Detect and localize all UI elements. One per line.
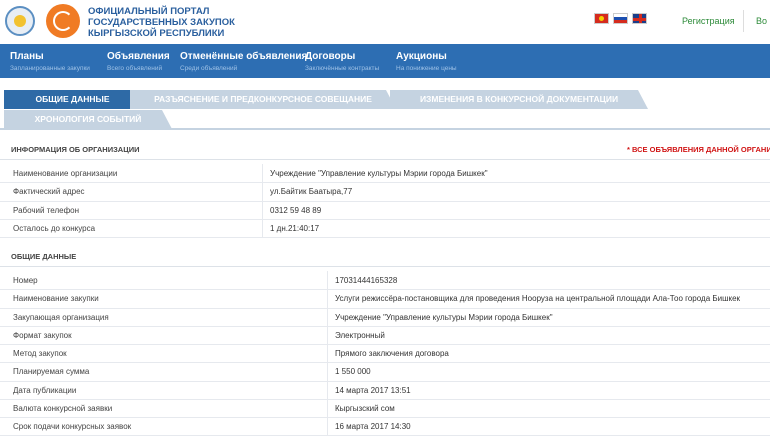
nav-item-title: Договоры — [305, 51, 356, 62]
table-row: Рабочий телефон 0312 59 48 89 — [0, 201, 770, 220]
nav-item-plans[interactable]: Планы Запланированные закупки — [10, 51, 90, 72]
column-divider — [262, 164, 263, 182]
nav-item-subtitle: Всего объявлений — [107, 65, 163, 72]
column-divider — [327, 289, 328, 308]
portal-title-line: ГОСУДАРСТВЕННЫХ ЗАКУПОК — [88, 17, 235, 28]
column-divider — [262, 182, 263, 201]
column-divider — [327, 381, 328, 399]
row-value: Электронный — [335, 331, 385, 340]
table-row: Фактический адрес ул.Байтик Баатыра,77 — [0, 182, 770, 202]
row-label: Закупающая организация — [13, 313, 109, 322]
row-label: Номер — [13, 276, 38, 285]
tab-documentation-changes[interactable]: ИЗМЕНЕНИЯ В КОНКУРСНОЙ ДОКУМЕНТАЦИИ — [390, 90, 648, 109]
english-flag-icon[interactable] — [632, 13, 647, 24]
row-value: Учреждение "Управление культуры Мэрии го… — [335, 313, 553, 322]
tab-clarification[interactable]: РАЗЪЯСНЕНИЕ И ПРЕДКОНКУРСНОЕ СОВЕЩАНИЕ — [130, 90, 396, 109]
site-header: ОФИЦИАЛЬНЫЙ ПОРТАЛ ГОСУДАРСТВЕННЫХ ЗАКУП… — [0, 0, 770, 44]
row-value: Учреждение "Управление культуры Мэрии го… — [270, 169, 488, 178]
column-divider — [262, 219, 263, 237]
row-value: 14 марта 2017 13:51 — [335, 386, 411, 395]
table-row: Наименование организации Учреждение "Упр… — [0, 164, 770, 183]
login-link[interactable]: Во — [756, 16, 767, 26]
row-label: Формат закупок — [13, 331, 72, 340]
nav-item-title: Отменённые объявления — [180, 51, 308, 62]
table-row: Планируемая сумма 1 550 000 — [0, 362, 770, 382]
row-label: Наименование организации — [13, 169, 118, 178]
portal-title-line: КЫРГЫЗСКОЙ РЕСПУБЛИКИ — [88, 28, 225, 39]
column-divider — [327, 417, 328, 435]
russian-flag-icon[interactable] — [613, 13, 628, 24]
row-value: Прямого заключения договора — [335, 349, 449, 358]
table-row: Закупающая организация Учреждение "Управ… — [0, 308, 770, 327]
state-emblem-icon — [5, 6, 35, 36]
detail-tabs: ОБЩИЕ ДАННЫЕ РАЗЪЯСНЕНИЕ И ПРЕДКОНКУРСНО… — [0, 90, 770, 130]
column-divider — [262, 201, 263, 219]
column-divider — [327, 344, 328, 362]
tab-general-data[interactable]: ОБЩИЕ ДАННЫЕ — [4, 90, 141, 109]
nav-item-subtitle: На понижение цены — [396, 65, 457, 72]
table-row: Метод закупок Прямого заключения договор… — [0, 344, 770, 363]
row-label: Рабочий телефон — [13, 206, 80, 215]
all-org-announcements-link[interactable]: * ВСЕ ОБЪЯВЛЕНИЯ ДАННОЙ ОРГАНИЗАЦИ — [627, 145, 770, 154]
column-divider — [327, 326, 328, 344]
row-label: Срок подачи конкурсных заявок — [13, 422, 132, 431]
row-value: 1 550 000 — [335, 367, 371, 376]
table-row: Дата публикации 14 марта 2017 13:51 — [0, 381, 770, 400]
nav-item-cancelled[interactable]: Отменённые объявления Среди объявлений — [180, 51, 307, 72]
general-section-header: ОБЩИЕ ДАННЫЕ — [0, 246, 770, 267]
table-row: Формат закупок Электронный — [0, 326, 770, 345]
row-label: Валюта конкурсной заявки — [13, 404, 113, 413]
nav-item-auctions[interactable]: Аукционы На понижение цены — [396, 51, 457, 72]
nav-item-subtitle: Запланированные закупки — [10, 65, 90, 72]
nav-item-contracts[interactable]: Договоры Заключённые контракты — [305, 51, 379, 72]
column-divider — [327, 399, 328, 417]
section-title: ИНФОРМАЦИЯ ОБ ОРГАНИЗАЦИИ — [11, 145, 140, 154]
nav-item-subtitle: Заключённые контракты — [305, 65, 380, 72]
table-row: Срок подачи конкурсных заявок 16 марта 2… — [0, 417, 770, 436]
portal-title-line: ОФИЦИАЛЬНЫЙ ПОРТАЛ — [88, 6, 210, 17]
row-label: Наименование закупки — [13, 294, 99, 303]
main-nav: Планы Запланированные закупки Объявления… — [0, 44, 770, 78]
nav-item-title: Аукционы — [396, 51, 447, 62]
table-row: Осталось до конкурса 1 дн.21:40:17 — [0, 219, 770, 238]
section-title: ОБЩИЕ ДАННЫЕ — [11, 252, 77, 261]
nav-item-subtitle: Среди объявлений — [180, 65, 238, 72]
row-label: Метод закупок — [13, 349, 67, 358]
org-section-header: ИНФОРМАЦИЯ ОБ ОРГАНИЗАЦИИ * ВСЕ ОБЪЯВЛЕН… — [0, 139, 770, 160]
row-value: Кыргызский сом — [335, 404, 395, 413]
register-link[interactable]: Регистрация — [682, 16, 735, 26]
column-divider — [327, 271, 328, 289]
tabs-underline — [0, 128, 770, 130]
row-label: Планируемая сумма — [13, 367, 90, 376]
portal-logo-icon[interactable] — [46, 4, 80, 38]
portal-title[interactable]: ОФИЦИАЛЬНЫЙ ПОРТАЛ ГОСУДАРСТВЕННЫХ ЗАКУП… — [88, 6, 258, 39]
row-value: 16 марта 2017 14:30 — [335, 422, 411, 431]
language-switcher — [594, 13, 647, 24]
row-label: Осталось до конкурса — [13, 224, 96, 233]
column-divider — [327, 362, 328, 381]
tab-event-chronology[interactable]: ХРОНОЛОГИЯ СОБЫТИЙ — [4, 110, 172, 129]
row-label: Фактический адрес — [13, 187, 85, 196]
table-row: Наименование закупки Услуги режиссёра-по… — [0, 289, 770, 309]
row-value: 17031444165328 — [335, 276, 398, 285]
nav-item-title: Объявления — [107, 51, 170, 62]
kyrgyz-flag-icon[interactable] — [594, 13, 609, 24]
column-divider — [327, 308, 328, 326]
row-value: ул.Байтик Баатыра,77 — [270, 187, 353, 196]
nav-item-title: Планы — [10, 51, 44, 62]
header-divider — [743, 10, 744, 32]
row-label: Дата публикации — [13, 386, 77, 395]
row-value: Услуги режиссёра-постановщика для провед… — [335, 294, 741, 303]
row-value: 0312 59 48 89 — [270, 206, 322, 215]
table-row: Валюта конкурсной заявки Кыргызский сом — [0, 399, 770, 418]
nav-item-announcements[interactable]: Объявления Всего объявлений — [107, 51, 170, 72]
table-row: Номер 17031444165328 — [0, 271, 770, 290]
row-value: 1 дн.21:40:17 — [270, 224, 320, 233]
